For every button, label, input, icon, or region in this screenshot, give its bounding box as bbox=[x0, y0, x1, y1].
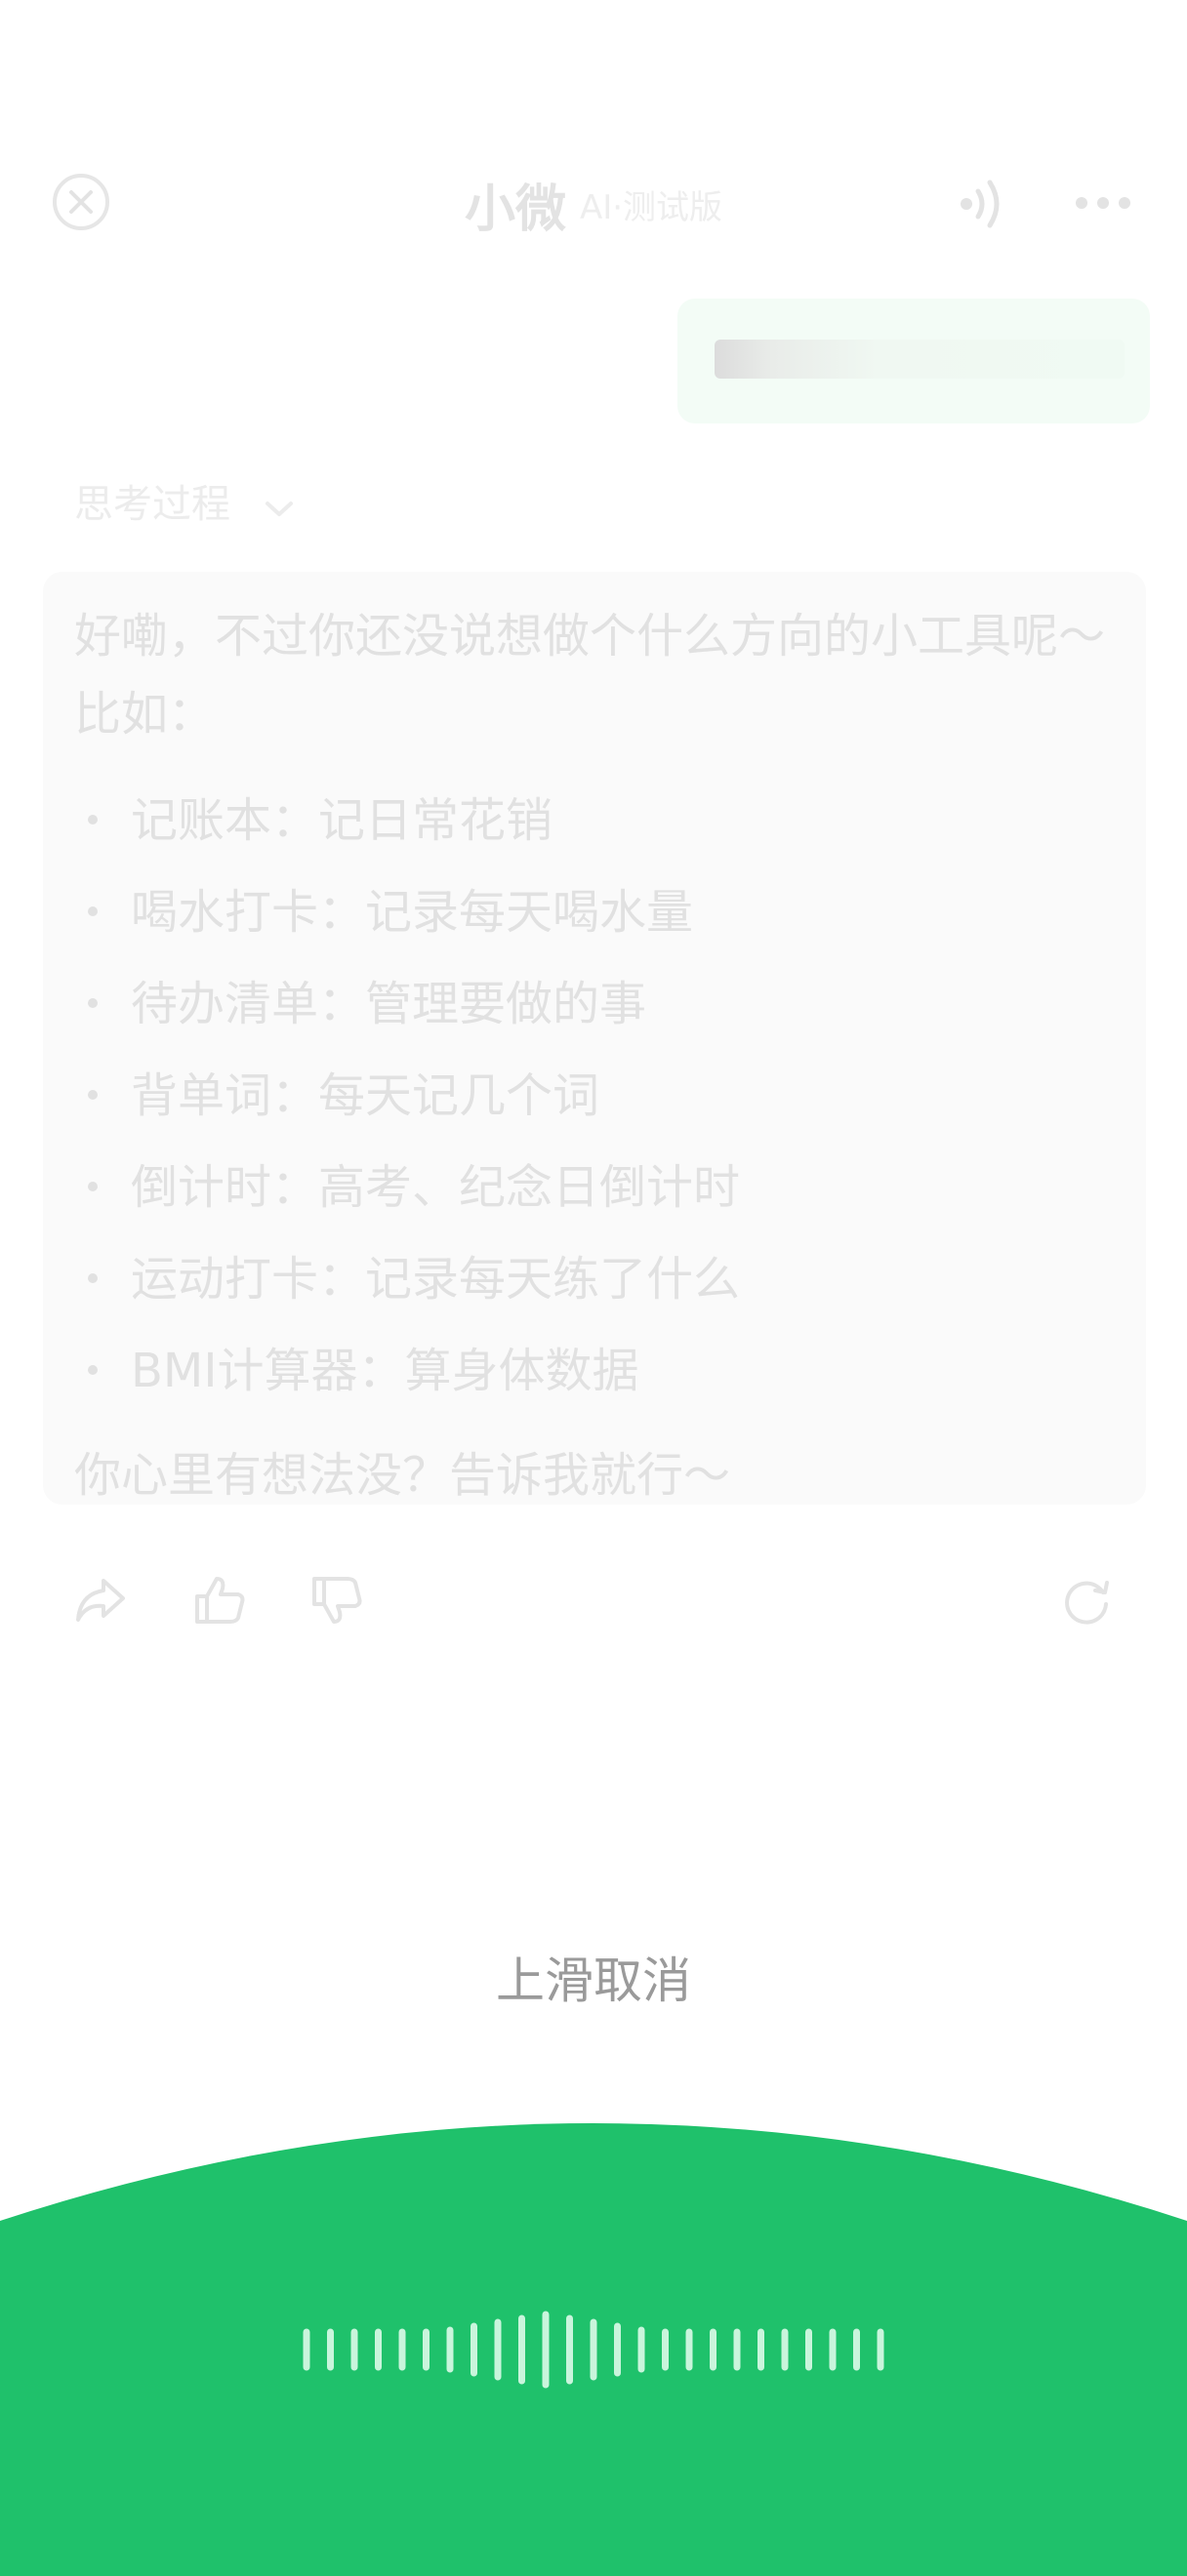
more-dots-icon bbox=[1076, 197, 1130, 209]
more-button[interactable] bbox=[1074, 185, 1132, 221]
speaker-button[interactable] bbox=[959, 178, 1007, 230]
user-message-bubble bbox=[677, 299, 1150, 423]
suggestion-item: 背单词：每天记几个词 bbox=[88, 1050, 740, 1142]
share-icon bbox=[76, 1579, 125, 1622]
bullet-dot bbox=[88, 1365, 98, 1375]
blurred-user-message bbox=[715, 340, 1125, 379]
suggestion-text: 记账本：记日常花销 bbox=[131, 793, 553, 848]
suggestion-text: 待办清单：管理要做的事 bbox=[131, 977, 647, 1031]
title-group: 小微 AI·测试版 bbox=[0, 168, 1187, 241]
bullet-dot bbox=[88, 906, 98, 916]
suggestion-text: BMI计算器：算身体数据 bbox=[131, 1344, 639, 1398]
speaker-icon bbox=[961, 180, 1000, 228]
bullet-dot bbox=[88, 1090, 98, 1100]
chat-header: 小微 AI·测试版 bbox=[0, 156, 1187, 250]
bullet-dot bbox=[88, 998, 98, 1008]
suggestion-item: 喝水打卡：记录每天喝水量 bbox=[88, 866, 740, 958]
bullet-dot bbox=[88, 815, 98, 825]
regenerate-button[interactable] bbox=[1060, 1575, 1113, 1631]
voice-input-screen: 小微 AI·测试版 思考过程 好嘞，不过你还没说想做个什么方向的小工具呢～比如：… bbox=[0, 0, 1187, 2576]
suggestion-text: 喝水打卡：记录每天喝水量 bbox=[131, 885, 694, 940]
page-title: 小微 bbox=[464, 181, 566, 239]
refresh-icon bbox=[1065, 1581, 1109, 1625]
share-button[interactable] bbox=[74, 1575, 127, 1628]
message-actions bbox=[0, 1575, 1187, 1633]
suggestion-item: 倒计时：高考、纪念日倒计时 bbox=[88, 1142, 740, 1233]
voice-record-button[interactable] bbox=[0, 2123, 1187, 2576]
suggestion-text: 背单词：每天记几个词 bbox=[131, 1068, 600, 1123]
suggestion-item: 运动打卡：记录每天练了什么 bbox=[88, 1233, 740, 1325]
reply-outro: 你心里有想法没？告诉我就行～ bbox=[74, 1448, 731, 1503]
chevron-down-icon bbox=[265, 484, 294, 529]
swipe-up-cancel-hint: 上滑取消 bbox=[496, 1952, 691, 2009]
suggestion-item: BMI计算器：算身体数据 bbox=[88, 1325, 740, 1417]
dislike-button[interactable] bbox=[310, 1575, 363, 1630]
like-button[interactable] bbox=[193, 1575, 246, 1630]
reply-intro: 好嘞，不过你还没说想做个什么方向的小工具呢～比如： bbox=[74, 609, 1106, 742]
suggestion-text: 倒计时：高考、纪念日倒计时 bbox=[131, 1160, 741, 1215]
thinking-label: 思考过程 bbox=[74, 482, 230, 527]
bullet-dot bbox=[88, 1182, 98, 1191]
suggestion-text: 运动打卡：记录每天练了什么 bbox=[131, 1252, 741, 1307]
audio-waveform bbox=[303, 2311, 884, 2389]
suggestion-item: 待办清单：管理要做的事 bbox=[88, 958, 740, 1050]
suggestion-item: 记账本：记日常花销 bbox=[88, 775, 740, 866]
version-badge: AI·测试版 bbox=[579, 188, 723, 227]
suggestion-list: 记账本：记日常花销喝水打卡：记录每天喝水量 待办清单：管理要做的事 背单词：每天记几… bbox=[88, 775, 740, 1417]
thumbs-up-icon bbox=[195, 1577, 245, 1624]
bullet-dot bbox=[88, 1273, 98, 1283]
thinking-toggle[interactable]: 思考过程 bbox=[74, 472, 294, 529]
thumbs-down-icon bbox=[312, 1577, 362, 1624]
